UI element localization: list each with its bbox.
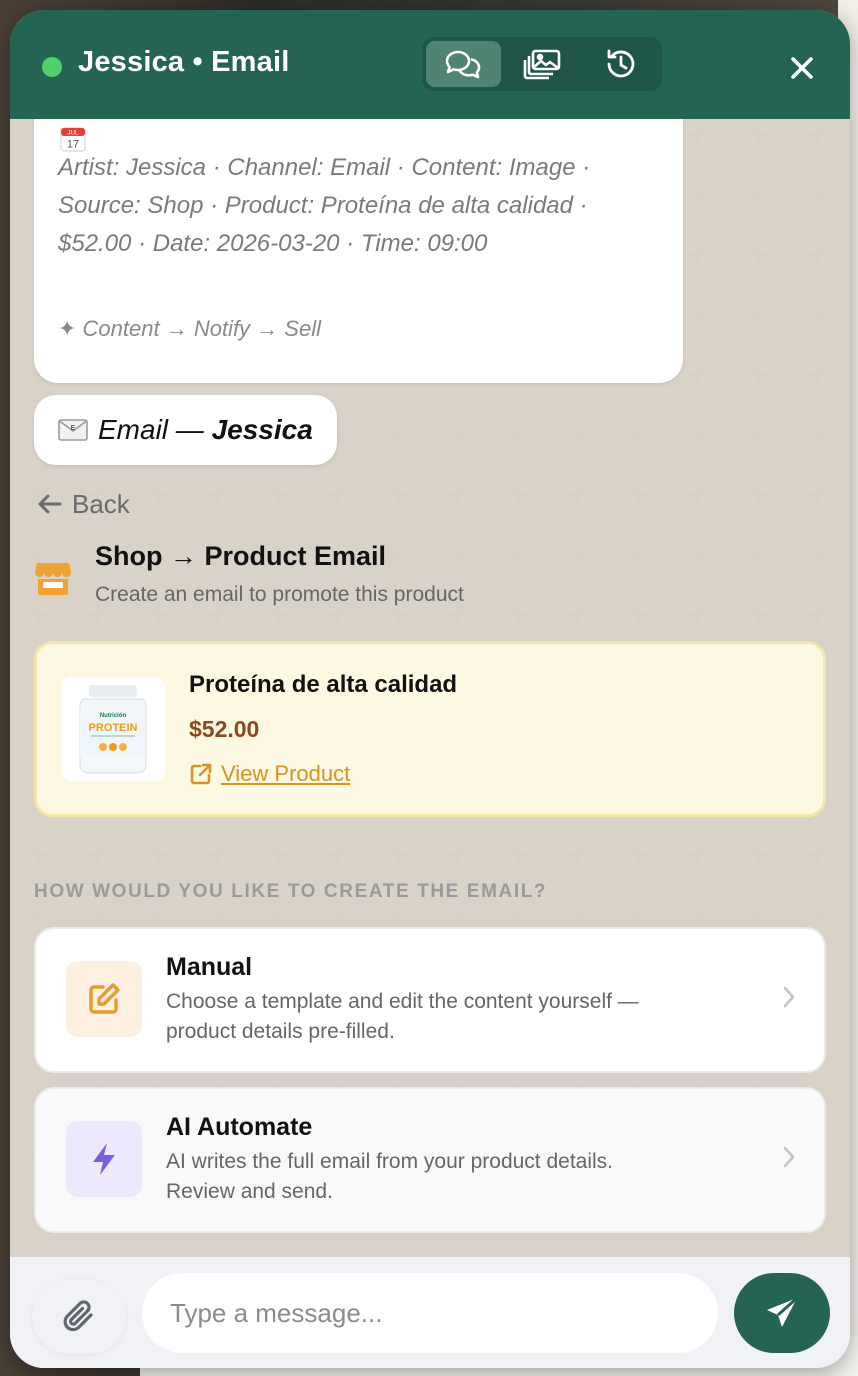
tab-chat[interactable] — [426, 41, 501, 87]
attach-button[interactable] — [32, 1280, 126, 1354]
message-input[interactable] — [142, 1273, 718, 1353]
protein-jar-image: Nutrición PROTEIN — [79, 685, 147, 774]
history-icon — [607, 49, 635, 78]
close-button[interactable] — [784, 50, 820, 86]
product-image: Nutrición PROTEIN — [61, 677, 165, 781]
view-product-link[interactable]: View Product — [189, 761, 350, 787]
chevron-right-icon — [783, 986, 795, 1008]
chevron-right-icon — [783, 1146, 795, 1168]
chat-bubbles-icon — [446, 50, 481, 79]
creation-method-question: HOW WOULD YOU LIKE TO CREATE THE EMAIL? — [34, 881, 548, 902]
ai-option-description: AI writes the full email from your produ… — [166, 1147, 726, 1207]
jar-label: PROTEIN — [89, 722, 138, 734]
view-product-label: View Product — [221, 761, 351, 786]
shop-icon — [35, 563, 71, 595]
ai-option-icon-wrap — [66, 1121, 142, 1197]
email-bubble-text: Email — Jessica — [98, 414, 313, 446]
product-name: Proteína de alta calidad — [189, 671, 458, 698]
workflow-steps: ✦ Content → Notify → Sell — [58, 316, 321, 341]
tab-history[interactable] — [583, 41, 658, 87]
section-subtitle: Create an email to promote this product — [95, 583, 464, 606]
description-line: Review and send. — [166, 1180, 333, 1203]
media-gallery-icon — [523, 49, 561, 80]
meta-line: Source: Shop · Product: Proteína de alta… — [58, 192, 588, 219]
meta-line: $52.00 · Date: 2026-03-20 · Time: 09:00 — [58, 230, 488, 257]
paperclip-icon — [63, 1300, 93, 1332]
ai-automate-option-button[interactable]: AI Automate AI writes the full email fro… — [34, 1087, 826, 1233]
send-icon — [767, 1296, 799, 1327]
tab-media[interactable] — [505, 41, 580, 87]
view-tabs — [422, 37, 662, 91]
envelope-icon: E — [58, 419, 88, 441]
email-bubble-artist: Jessica — [211, 414, 313, 445]
external-link-icon — [190, 763, 212, 785]
content-meta: Artist: Jessica · Channel: Email · Conte… — [58, 149, 668, 263]
product-price: $52.00 — [189, 716, 260, 742]
calendar-month: JUL — [68, 131, 79, 137]
email-bubble: E Email — Jessica — [34, 395, 337, 465]
jar-brand: Nutrición — [100, 713, 127, 719]
ai-option-title: AI Automate — [166, 1113, 313, 1141]
svg-text:E: E — [71, 425, 76, 432]
chat-panel: Jessica • Email JUL 17 Artist: Jessica ·… — [10, 10, 850, 1368]
message-area[interactable]: JUL 17 Artist: Jessica · Channel: Email … — [10, 119, 850, 1257]
chat-header: Jessica • Email — [10, 10, 850, 119]
manual-option-title: Manual — [166, 953, 253, 981]
description-line: Choose a template and edit the content y… — [166, 990, 639, 1013]
manual-option-icon-wrap — [66, 961, 142, 1037]
meta-line: Artist: Jessica · Channel: Email · Conte… — [58, 154, 591, 181]
arrow-left-icon — [38, 494, 62, 514]
message-composer — [10, 1257, 850, 1368]
chat-title: Jessica • Email — [78, 46, 290, 78]
manual-option-description: Choose a template and edit the content y… — [166, 987, 726, 1047]
send-button[interactable] — [734, 1273, 830, 1353]
section-title: Shop → Product Email — [95, 541, 387, 571]
back-button[interactable]: Back — [34, 484, 134, 524]
description-line: AI writes the full email from your produ… — [166, 1150, 614, 1173]
description-line: product details pre-filled. — [166, 1020, 395, 1043]
back-label: Back — [72, 488, 130, 519]
product-card: Nutrición PROTEIN Proteína de alta calid… — [34, 641, 826, 817]
lightning-icon — [93, 1143, 115, 1175]
email-bubble-prefix: Email — — [98, 414, 212, 445]
manual-option-button[interactable]: Manual Choose a template and edit the co… — [34, 927, 826, 1073]
edit-icon — [89, 983, 120, 1014]
close-icon — [791, 57, 813, 79]
content-info-bubble: JUL 17 Artist: Jessica · Channel: Email … — [34, 119, 683, 383]
online-status-dot — [42, 57, 62, 77]
